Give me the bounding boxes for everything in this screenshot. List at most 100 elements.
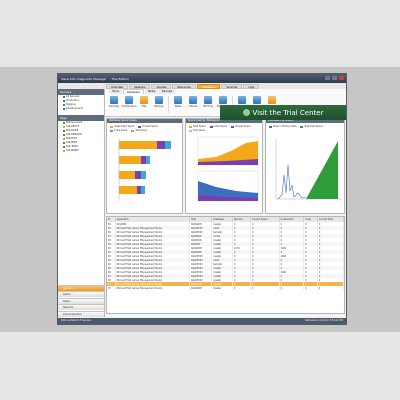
table-cell: SQLNODE [189,286,213,290]
ribbon-button-tables[interactable]: Tables [171,96,185,114]
legend-item: Unallocated Space [110,125,134,128]
legend-item: Unused Space [138,125,158,128]
close-icon[interactable] [339,76,344,80]
sidebar-nav-servers[interactable]: Servers [58,285,104,291]
server-status-icon [63,126,65,128]
tab-queries[interactable]: Queries [151,83,172,89]
app-title: Idera SQL Diagnostic Manager [61,76,107,81]
ribbon-button-label: Files [141,105,147,108]
table-row[interactable]: 70 Microsoft SQL Server Management Studio… [107,286,344,290]
app-title-suffix: - Trial Edition [109,76,130,81]
bar-segment [157,141,165,149]
bar-segment [119,186,137,194]
tab-resources[interactable]: Resources [172,83,196,89]
server-status-icon [63,150,65,152]
ribbon-button-indexes[interactable]: Indexes [186,96,200,114]
legend-label: Total Data Space [304,125,323,128]
ribbon-separator [168,96,169,113]
file-growth-legend: Rows in Primary Data Total Data Space [266,123,344,130]
tab-logs[interactable]: Logs [243,83,260,89]
legend-label: Text Space [135,129,148,132]
legend-item: Unused Space [230,125,251,128]
legend-item: Rows in Primary Data [269,125,296,128]
ribbon-tab[interactable]: Tables [144,89,159,94]
legend-swatch [131,129,135,132]
legend-swatch [230,125,234,128]
ribbon-tab[interactable]: Home [109,89,123,94]
server-status-icon [63,142,65,144]
ribbon-tempdb-icon [238,96,246,104]
bar-segment [165,141,171,149]
ribbon-indexes-icon [189,96,197,104]
ribbon-backups-icon [155,96,163,104]
bar-segment [137,186,141,194]
legend-item: Data Space [189,125,206,128]
ribbon-button-label: Tables [174,105,182,108]
legend-label: Unused Space [142,125,159,128]
title-bar: Idera SQL Diagnostic Manager - Trial Edi… [58,74,346,83]
ribbon-files-icon [140,96,148,104]
bar-segment [119,156,141,164]
legend-label: Data Space [193,125,206,128]
ribbon-refresh-icon [268,96,276,104]
bar-segment [119,171,135,179]
status-left: Data updated 15 Servers [61,319,92,322]
sidebar-node-item[interactable]: SQLMAINT [58,149,104,153]
server-status-icon [63,146,65,148]
growth-area [306,141,338,199]
server-status-icon [63,134,65,136]
sessions-grid: ID Application Host Database Memory Current S… [106,216,345,314]
ribbon-tab[interactable]: Backups [159,89,176,94]
table-cell: 0 [250,286,280,290]
legend-label: Unallocated Space [114,125,135,128]
server-status-icon [63,138,65,140]
ribbon-summary-icon [110,96,118,104]
legend-item: Index Space [209,125,227,128]
server-group-icon [63,104,65,106]
ribbon-button-mirroring[interactable]: Mirroring [201,96,215,114]
ribbon-button-files[interactable]: Files [137,96,151,114]
legend-label: Unused Space [234,125,251,128]
bar-segment [141,186,145,194]
ribbon-button-label: Summary [108,105,120,108]
ribbon-button-backups[interactable]: Backups [152,96,166,114]
ribbon-mirroring-icon [204,96,212,104]
ribbon-button-summary[interactable]: Summary [107,96,121,114]
file-growth-panel: Database File Growth Rows in Primary Dat… [265,118,345,214]
ribbon-tab[interactable]: Databases [123,89,144,94]
tab-sessions[interactable]: Sessions [129,83,151,89]
sidebar-nav-alerts[interactable]: Alerts [58,291,104,298]
sidebar: Servers All Servers Production Staging Deve… [58,89,105,317]
ribbon-replication-icon [219,96,227,104]
minimize-icon[interactable] [325,76,330,80]
legend-item: Index Space [110,129,127,132]
server-group-icon [63,100,65,102]
legend-label: Index Space [213,125,227,128]
tab-databases[interactable]: Databases [196,83,221,89]
sidebar-node-label: SQLMAINT [66,149,79,152]
sidebar-nav-tasks[interactable]: Tasks [58,297,104,304]
window-controls [325,76,344,80]
legend-swatch [110,125,113,128]
legend-swatch [110,129,113,132]
ribbon-button-configuration[interactable]: Configuration [122,96,136,114]
tab-overview[interactable]: Overview [106,83,129,89]
tab-services[interactable]: Services [221,83,243,89]
table-cell: 0 [232,286,252,290]
sidebar-nav-reports[interactable]: Reports [58,304,104,311]
bar-segment [141,171,146,179]
legend-swatch [269,125,272,128]
legend-swatch [138,125,142,128]
legend-item: Free Space [189,129,205,132]
server-status-icon [63,130,65,132]
server-group-icon [63,108,65,110]
ribbon-configuration-icon [125,96,133,104]
ribbon-restore-icon [253,96,261,104]
trial-center-banner[interactable]: Visit the Trial Center [220,105,346,120]
ribbon-button-label: Configuration [121,105,137,108]
legend-label: Rows in Primary Data [273,125,297,128]
maximize-icon[interactable] [332,76,337,80]
legend-swatch [209,125,213,128]
bar-segment [119,141,157,149]
sidebar-nav-administration[interactable]: Administration [58,310,104,317]
